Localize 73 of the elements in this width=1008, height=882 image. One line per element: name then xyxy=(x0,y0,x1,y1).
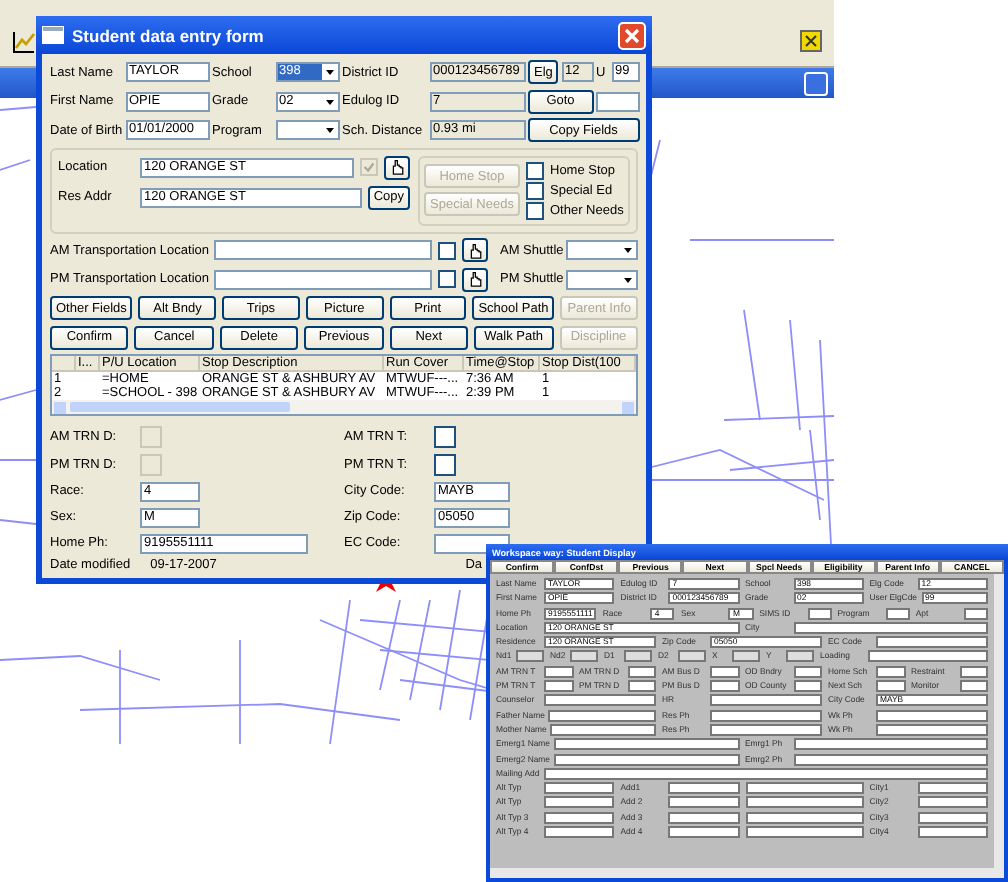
checkbox[interactable] xyxy=(438,270,456,288)
checkbox[interactable] xyxy=(526,161,544,179)
minimize-button[interactable] xyxy=(804,71,828,95)
input-field[interactable] xyxy=(544,782,615,795)
input-field[interactable] xyxy=(885,607,910,620)
input-field[interactable] xyxy=(554,753,739,766)
input-field[interactable] xyxy=(959,665,988,678)
input-field[interactable] xyxy=(876,723,988,736)
input-field[interactable] xyxy=(959,680,988,693)
horizontal-scrollbar[interactable] xyxy=(490,868,1004,878)
input-field[interactable] xyxy=(544,811,615,824)
input-field[interactable] xyxy=(793,738,988,751)
input-field[interactable] xyxy=(793,680,822,693)
input-field[interactable] xyxy=(668,826,739,839)
input-field[interactable] xyxy=(434,533,510,553)
dropdown-field[interactable] xyxy=(275,120,339,140)
input-field[interactable] xyxy=(963,607,988,620)
input-field[interactable] xyxy=(544,826,615,839)
input-field[interactable] xyxy=(793,753,988,766)
square-icon[interactable] xyxy=(800,30,822,52)
input-field[interactable] xyxy=(793,665,822,678)
input-field[interactable] xyxy=(710,723,822,736)
input-field[interactable] xyxy=(807,607,832,620)
pointing-hand-icon[interactable] xyxy=(462,267,488,291)
input-field[interactable] xyxy=(876,636,988,649)
close-icon[interactable] xyxy=(618,21,646,49)
vertical-scrollbar[interactable] xyxy=(994,574,1004,868)
horizontal-scrollbar[interactable] xyxy=(52,400,636,414)
input-field[interactable] xyxy=(917,796,988,809)
input-field[interactable] xyxy=(917,826,988,839)
input-field[interactable] xyxy=(668,811,739,824)
pointing-hand-icon[interactable] xyxy=(462,238,488,262)
checkbox[interactable] xyxy=(526,201,544,219)
input-field[interactable] xyxy=(544,796,615,809)
input-field[interactable] xyxy=(876,680,905,693)
input-field[interactable] xyxy=(710,665,739,678)
checkbox[interactable] xyxy=(434,425,456,447)
chart-icon[interactable] xyxy=(12,29,36,53)
input-field[interactable] xyxy=(668,796,739,809)
checkbox[interactable] xyxy=(526,181,544,199)
window-title: Student data entry form xyxy=(72,25,266,45)
input-field[interactable] xyxy=(745,796,864,809)
input-field[interactable] xyxy=(876,709,988,722)
dropdown-field[interactable] xyxy=(566,269,638,289)
input-field[interactable] xyxy=(550,723,656,736)
dropdown-field[interactable] xyxy=(566,240,638,260)
pointing-hand-icon[interactable] xyxy=(384,155,410,179)
checkbox[interactable] xyxy=(438,241,456,259)
input-field[interactable] xyxy=(596,91,639,111)
input-field[interactable] xyxy=(917,782,988,795)
input-field[interactable] xyxy=(544,665,573,678)
input-field[interactable] xyxy=(544,680,573,693)
input-field[interactable] xyxy=(544,767,988,780)
input-field[interactable] xyxy=(710,709,822,722)
input-field[interactable] xyxy=(745,782,864,795)
checkbox[interactable] xyxy=(434,453,456,475)
input-field[interactable] xyxy=(214,269,432,289)
input-field[interactable] xyxy=(876,665,905,678)
input-field[interactable] xyxy=(745,826,864,839)
input-field[interactable] xyxy=(917,811,988,824)
input-field[interactable] xyxy=(548,709,656,722)
input-field[interactable] xyxy=(627,680,656,693)
input-field[interactable] xyxy=(554,738,739,751)
input-field[interactable] xyxy=(627,665,656,678)
input-field[interactable] xyxy=(745,811,864,824)
input-field[interactable] xyxy=(710,694,822,707)
input-field[interactable] xyxy=(868,650,988,663)
input-field[interactable] xyxy=(793,621,988,634)
window-icon xyxy=(42,26,64,44)
input-field[interactable] xyxy=(544,694,656,707)
input-field[interactable] xyxy=(214,240,432,260)
input-field[interactable] xyxy=(668,782,739,795)
input-field[interactable] xyxy=(710,680,739,693)
